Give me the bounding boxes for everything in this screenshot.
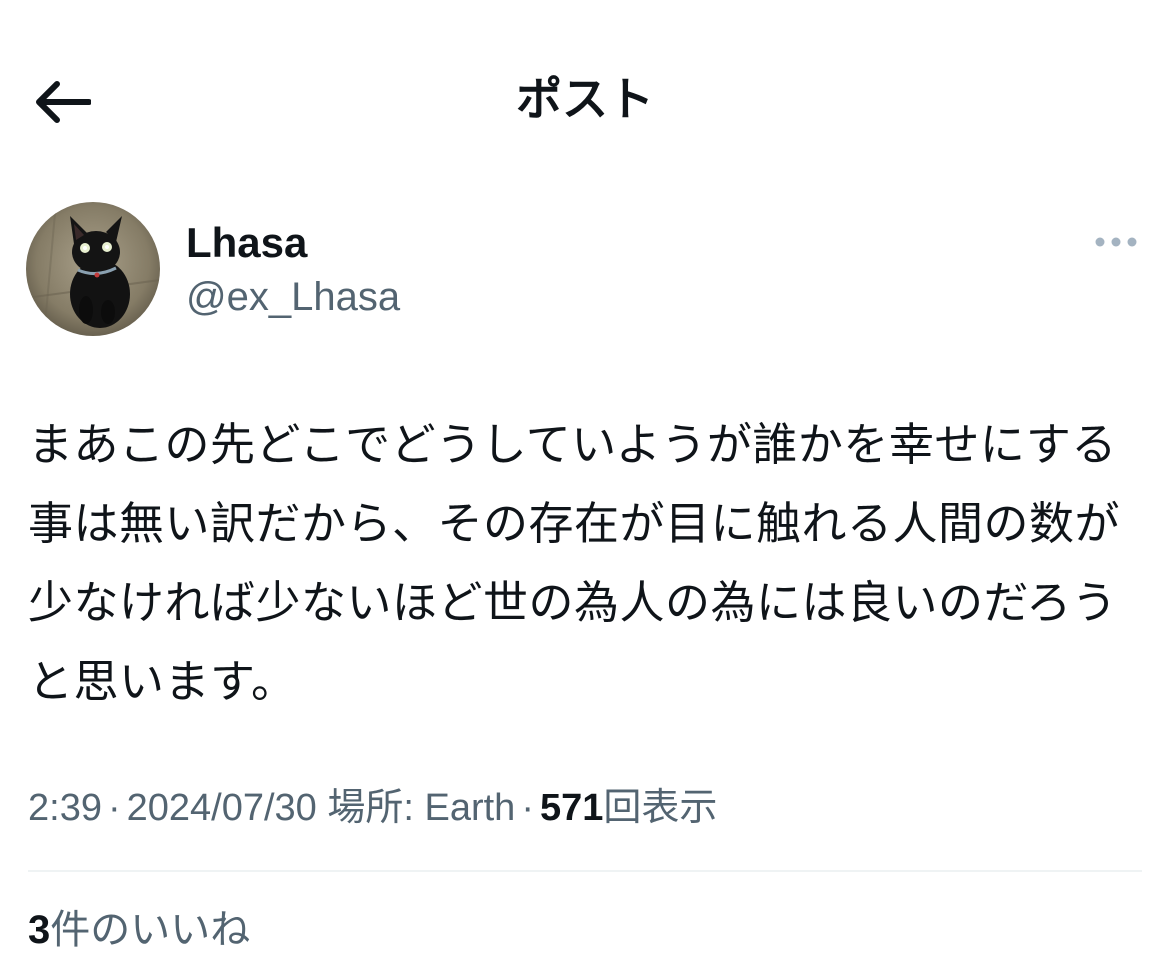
black-cat-avatar-icon — [26, 202, 160, 336]
views-label[interactable]: 回表示 — [603, 787, 717, 829]
post-author: Lhasa @ex_Lhasa — [26, 200, 1146, 340]
post-metadata: 2:39 · 2024/07/30 場所: Earth · 571回表示 — [28, 780, 717, 836]
author-handle[interactable]: @ex_Lhasa — [186, 272, 400, 322]
more-horizontal-icon — [1095, 237, 1137, 247]
likes-count: 3 — [28, 908, 51, 952]
likes-label: 件のいいね — [50, 908, 251, 952]
views-count[interactable]: 571 — [540, 787, 603, 829]
post-date[interactable]: 2024/07/30 — [127, 787, 317, 829]
author-display-name[interactable]: Lhasa — [186, 218, 307, 268]
post-time[interactable]: 2:39 — [28, 787, 102, 829]
top-bar: ポスト — [0, 0, 1170, 200]
post-text: まあこの先どこでどうしていようが誰かを幸せにする事は無い訳だから、その存在が目に… — [28, 419, 1121, 707]
likes-link[interactable]: 3件のいいね — [28, 900, 250, 960]
post-location: 場所: Earth — [327, 787, 516, 829]
divider — [28, 870, 1142, 872]
page-title: ポスト — [516, 73, 654, 125]
separator: · — [107, 787, 121, 829]
avatar[interactable] — [26, 202, 160, 336]
separator: · — [521, 787, 534, 829]
more-options-button[interactable] — [1086, 224, 1146, 260]
